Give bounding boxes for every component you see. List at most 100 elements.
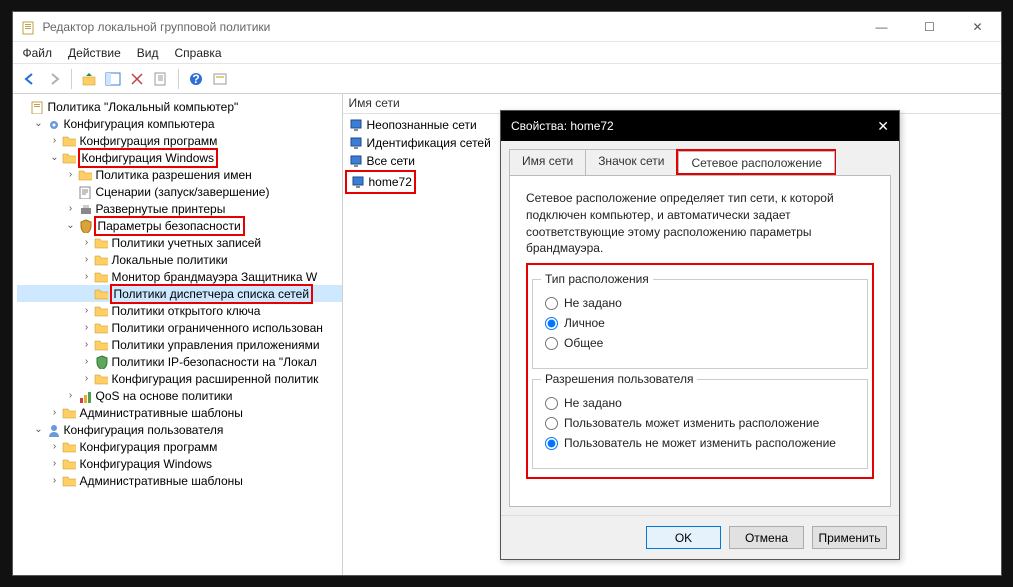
menubar: Файл Действие Вид Справка xyxy=(13,42,1001,64)
minimize-button[interactable]: — xyxy=(867,20,897,34)
chevron-down-icon[interactable]: ⌄ xyxy=(33,424,45,435)
chevron-right-icon[interactable]: › xyxy=(81,356,93,367)
chevron-right-icon[interactable]: › xyxy=(81,322,93,333)
tree-item-label: Сценарии (запуск/завершение) xyxy=(96,185,270,199)
radio-label: Не задано xyxy=(564,296,622,310)
ok-button[interactable]: OK xyxy=(646,526,721,549)
menu-файл[interactable]: Файл xyxy=(23,46,53,60)
tree-item[interactable]: ⌄Параметры безопасности xyxy=(17,217,342,234)
tree-panel[interactable]: Политика "Локальный компьютер"⌄Конфигура… xyxy=(13,94,343,575)
tab-1[interactable]: Значок сети xyxy=(585,149,677,175)
tab-0[interactable]: Имя сети xyxy=(509,149,586,175)
chevron-right-icon[interactable]: › xyxy=(81,254,93,265)
tree-item[interactable]: ⌄Конфигурация компьютера xyxy=(17,115,342,132)
tab-2[interactable]: Сетевое расположение xyxy=(678,151,835,173)
chevron-down-icon[interactable]: ⌄ xyxy=(33,118,45,129)
chevron-right-icon[interactable]: › xyxy=(81,339,93,350)
radio-input[interactable] xyxy=(545,437,558,450)
titlebar: Редактор локальной групповой политики — … xyxy=(13,12,1001,42)
tree-item[interactable]: ›Политики открытого ключа xyxy=(17,302,342,319)
radio-option[interactable]: Не задано xyxy=(545,396,855,410)
up-button[interactable] xyxy=(78,68,100,90)
tree-item[interactable]: ⌄Конфигурация пользователя xyxy=(17,421,342,438)
tree-item-label: Конфигурация Windows xyxy=(80,457,213,471)
tree-item[interactable]: ›Политики IP-безопасности на "Локал xyxy=(17,353,342,370)
tree-item[interactable]: › Конфигурация Windows xyxy=(17,455,342,472)
chevron-right-icon[interactable]: › xyxy=(49,407,61,418)
tree-item[interactable]: Политика "Локальный компьютер" xyxy=(17,98,342,115)
radio-option[interactable]: Общее xyxy=(545,336,855,350)
radio-input[interactable] xyxy=(545,397,558,410)
chevron-right-icon[interactable]: › xyxy=(49,135,61,146)
chevron-right-icon[interactable]: › xyxy=(81,271,93,282)
tree-item-label: Политика "Локальный компьютер" xyxy=(48,100,239,114)
dialog-title-text: Свойства: home72 xyxy=(511,119,614,133)
radio-input[interactable] xyxy=(545,317,558,330)
tree-item[interactable]: Политики диспетчера списка сетей xyxy=(17,285,342,302)
tree-item[interactable]: ›Конфигурация расширенной политик xyxy=(17,370,342,387)
tree-item-label: Конфигурация программ xyxy=(80,440,218,454)
tree-item-label: Политика разрешения имен xyxy=(96,168,252,182)
tree-item[interactable]: ›Локальные политики xyxy=(17,251,342,268)
chevron-right-icon[interactable]: › xyxy=(65,203,77,214)
dialog-close-button[interactable]: ✕ xyxy=(877,118,889,135)
tree-item-label: Политики учетных записей xyxy=(112,236,262,250)
chevron-right-icon[interactable]: › xyxy=(49,458,61,469)
list-item[interactable]: home72 xyxy=(349,173,412,191)
tree-item[interactable]: ›Политики ограниченного использован xyxy=(17,319,342,336)
chevron-down-icon[interactable]: ⌄ xyxy=(49,152,61,163)
chevron-right-icon[interactable]: › xyxy=(81,305,93,316)
tree-item-label: Монитор брандмауэра Защитника W xyxy=(112,270,318,284)
chevron-right-icon[interactable]: › xyxy=(81,237,93,248)
policy-icon xyxy=(29,99,45,115)
nav-back-button[interactable] xyxy=(19,68,41,90)
folder-icon xyxy=(61,439,77,455)
radio-option[interactable]: Не задано xyxy=(545,296,855,310)
chevron-down-icon[interactable]: ⌄ xyxy=(65,220,77,231)
tree-item[interactable]: ›Административные шаблоны xyxy=(17,472,342,489)
group1-options: Не задано Личное Общее xyxy=(545,296,855,350)
chevron-right-icon[interactable]: › xyxy=(65,169,77,180)
radio-option[interactable]: Личное xyxy=(545,316,855,330)
tab-strip: Имя сетиЗначок сетиСетевое расположение xyxy=(509,149,891,176)
tree-item[interactable]: › Политика разрешения имен xyxy=(17,166,342,183)
tree-item[interactable]: › Политики учетных записей xyxy=(17,234,342,251)
tree-item[interactable]: ›Политики управления приложениями xyxy=(17,336,342,353)
tree-item[interactable]: Сценарии (запуск/завершение) xyxy=(17,183,342,200)
maximize-button[interactable]: ☐ xyxy=(915,20,945,34)
tree-item[interactable]: ›QoS на основе политики xyxy=(17,387,342,404)
chevron-right-icon[interactable]: › xyxy=(81,373,93,384)
close-button[interactable]: ✕ xyxy=(963,20,993,34)
radio-option[interactable]: Пользователь может изменить расположение xyxy=(545,416,855,430)
radio-input[interactable] xyxy=(545,337,558,350)
script-icon xyxy=(77,184,93,200)
radio-label: Общее xyxy=(564,336,603,350)
tree-item[interactable]: › Конфигурация программ xyxy=(17,438,342,455)
filter-button[interactable] xyxy=(209,68,231,90)
tree-item[interactable]: ›Административные шаблоны xyxy=(17,404,342,421)
radio-option[interactable]: Пользователь не может изменить расположе… xyxy=(545,436,855,450)
delete-button[interactable] xyxy=(126,68,148,90)
export-button[interactable] xyxy=(150,68,172,90)
show-hide-tree-button[interactable] xyxy=(102,68,124,90)
tree-item[interactable]: ⌄Конфигурация Windows xyxy=(17,149,342,166)
folder-icon xyxy=(61,456,77,472)
chevron-right-icon[interactable]: › xyxy=(65,390,77,401)
cancel-button[interactable]: Отмена xyxy=(729,526,804,549)
chevron-right-icon[interactable]: › xyxy=(49,441,61,452)
radio-input[interactable] xyxy=(545,417,558,430)
menu-действие[interactable]: Действие xyxy=(68,46,121,60)
help-button[interactable]: ? xyxy=(185,68,207,90)
tree-item[interactable]: ›Конфигурация программ xyxy=(17,132,342,149)
nav-forward-button[interactable] xyxy=(43,68,65,90)
tree-item[interactable]: › Монитор брандмауэра Защитника W xyxy=(17,268,342,285)
radio-label: Не задано xyxy=(564,396,622,410)
menu-вид[interactable]: Вид xyxy=(137,46,159,60)
menu-справка[interactable]: Справка xyxy=(175,46,222,60)
chevron-right-icon[interactable]: › xyxy=(49,475,61,486)
folder-icon xyxy=(61,405,77,421)
radio-input[interactable] xyxy=(545,297,558,310)
shield-icon xyxy=(93,354,109,370)
apply-button[interactable]: Применить xyxy=(812,526,887,549)
tree-item[interactable]: ›Развернутые принтеры xyxy=(17,200,342,217)
